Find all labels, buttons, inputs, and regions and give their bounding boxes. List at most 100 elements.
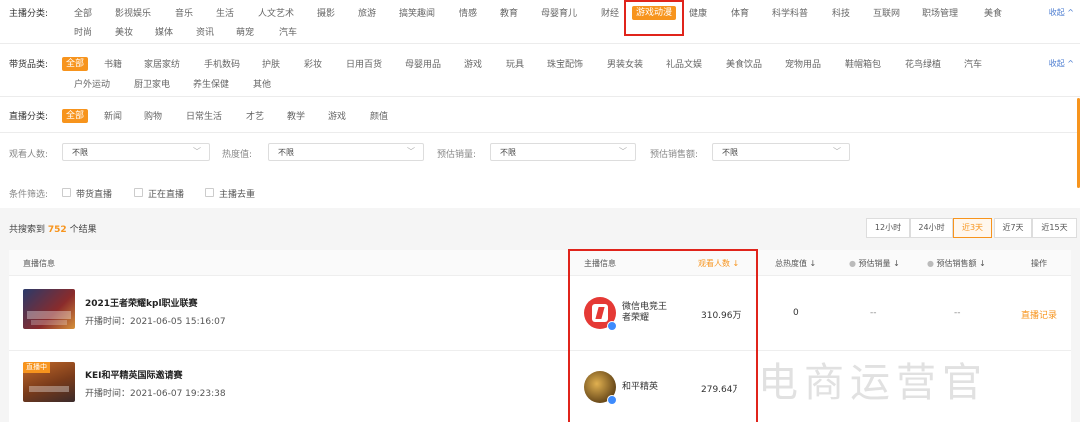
topic-option[interactable]: 全部 (74, 6, 92, 19)
goods-option[interactable]: 珠宝配饰 (547, 57, 583, 70)
goods-option[interactable]: 玩具 (506, 57, 524, 70)
live-badge: 直播中 (23, 362, 50, 373)
sales-filter-label: 预估销量: (437, 150, 477, 160)
topic-option[interactable]: 情感 (459, 6, 477, 19)
goods-option[interactable]: 男装女装 (607, 57, 643, 70)
th-live-info: 直播信息 (23, 259, 55, 268)
goods-option[interactable]: 彩妆 (304, 57, 322, 70)
checkbox-goods-live[interactable] (62, 188, 71, 197)
goods-option[interactable]: 礼品文娱 (666, 57, 702, 70)
revenue-value: -- (954, 308, 961, 318)
live-category-option[interactable]: 新闻 (104, 109, 122, 122)
topic-option[interactable]: 搞笑趣闻 (399, 6, 435, 19)
divider (0, 96, 1080, 97)
chevron-down-icon: ﹀ (193, 147, 201, 156)
goods-option[interactable]: 户外运动 (74, 77, 110, 90)
annotation-box-topic (624, 0, 684, 36)
live-title[interactable]: KEI和平精英国际邀请赛 (85, 368, 182, 381)
divider (0, 43, 1080, 44)
time-tab-3d[interactable]: 近3天 (953, 218, 992, 238)
live-record-link[interactable]: 直播记录 (1021, 308, 1057, 321)
goods-option[interactable]: 美食饮品 (726, 57, 762, 70)
goods-option[interactable]: 母婴用品 (405, 57, 441, 70)
topic-option[interactable]: 资讯 (196, 25, 214, 38)
topic-option[interactable]: 健康 (689, 6, 707, 19)
heat-filter-value: 不限 (278, 148, 294, 157)
goods-option[interactable]: 鞋帽箱包 (845, 57, 881, 70)
live-category-option[interactable]: 全部 (62, 109, 89, 123)
topic-option[interactable]: 财经 (601, 6, 619, 19)
live-category-option[interactable]: 日常生活 (186, 109, 222, 122)
time-tab-24h[interactable]: 24小时 (910, 218, 953, 238)
th-sales[interactable]: ● 预估销量 ↓ (849, 258, 900, 269)
viewers-filter-select[interactable]: 不限 ﹀ (62, 143, 210, 161)
th-revenue[interactable]: ● 预估销售额 ↓ (927, 258, 986, 269)
goods-option[interactable]: 日用百货 (346, 57, 382, 70)
topic-option[interactable]: 生活 (216, 6, 234, 19)
topic-collapse-link[interactable]: 收起 ^ (1049, 7, 1074, 18)
revenue-filter-select[interactable]: 不限 ﹀ (712, 143, 850, 161)
topic-option[interactable]: 科学科普 (772, 6, 808, 19)
live-thumbnail[interactable] (23, 289, 75, 329)
revenue-filter-label: 预估销售额: (650, 150, 699, 160)
goods-option[interactable]: 其他 (253, 77, 271, 90)
sales-filter-select[interactable]: 不限 ﹀ (490, 143, 636, 161)
goods-option[interactable]: 养生保健 (193, 77, 229, 90)
goods-option[interactable]: 游戏 (464, 57, 482, 70)
topic-option[interactable]: 旅游 (358, 6, 376, 19)
info-icon: ● (849, 259, 859, 268)
goods-option[interactable]: 花鸟绿植 (905, 57, 941, 70)
topic-option[interactable]: 母婴育儿 (541, 6, 577, 19)
chevron-down-icon: ﹀ (833, 147, 841, 156)
topic-option[interactable]: 互联网 (873, 6, 900, 19)
goods-option[interactable]: 汽车 (964, 57, 982, 70)
live-title[interactable]: 2021王者荣耀kpl职业联赛 (85, 296, 198, 309)
live-category-label: 直播分类: (9, 112, 49, 122)
goods-option[interactable]: 家居家纺 (144, 57, 180, 70)
info-icon: ● (927, 259, 937, 268)
topic-option[interactable]: 汽车 (279, 25, 297, 38)
goods-option[interactable]: 手机数码 (204, 57, 240, 70)
live-category-option[interactable]: 才艺 (246, 109, 264, 122)
result-count: 共搜索到 752 个结果 (9, 225, 97, 235)
topic-option[interactable]: 影视娱乐 (115, 6, 151, 19)
topic-option[interactable]: 人文艺术 (258, 6, 294, 19)
time-tab-15d[interactable]: 近15天 (1032, 218, 1077, 238)
topic-option[interactable]: 职场管理 (922, 6, 958, 19)
goods-option[interactable]: 书籍 (104, 57, 122, 70)
live-category-option[interactable]: 颜值 (370, 109, 388, 122)
conditions-label: 条件筛选: (9, 190, 49, 200)
live-thumbnail[interactable]: 直播中 (23, 362, 75, 402)
topic-option[interactable]: 美妆 (115, 25, 133, 38)
goods-option[interactable]: 护肤 (262, 57, 280, 70)
time-tab-12h[interactable]: 12小时 (866, 218, 910, 238)
checkbox-living[interactable] (134, 188, 143, 197)
table-header: 直播信息 主播信息 观看人数 ↓ 总热度值 ↓ ● 预估销量 ↓ ● 预估销售额… (9, 250, 1071, 276)
goods-option[interactable]: 全部 (62, 57, 89, 71)
live-category-option[interactable]: 购物 (144, 109, 162, 122)
topic-option[interactable]: 萌宠 (236, 25, 254, 38)
topic-option[interactable]: 教育 (500, 6, 518, 19)
result-count-number: 752 (47, 225, 67, 235)
chevron-down-icon: ﹀ (407, 147, 415, 156)
viewers-filter-value: 不限 (72, 148, 88, 157)
th-heat[interactable]: 总热度值 ↓ (775, 258, 816, 269)
heat-filter-select[interactable]: 不限 ﹀ (268, 143, 424, 161)
topic-option[interactable]: 音乐 (175, 6, 193, 19)
topic-option[interactable]: 科技 (832, 6, 850, 19)
topic-option[interactable]: 摄影 (317, 6, 335, 19)
time-tab-7d[interactable]: 近7天 (994, 218, 1032, 238)
checkbox-dedupe[interactable] (205, 188, 214, 197)
live-category-option[interactable]: 教学 (287, 109, 305, 122)
topic-option[interactable]: 时尚 (74, 25, 92, 38)
goods-collapse-link[interactable]: 收起 ^ (1049, 58, 1074, 69)
topic-option[interactable]: 体育 (731, 6, 749, 19)
topic-option[interactable]: 美食 (984, 6, 1002, 19)
live-category-option[interactable]: 游戏 (328, 109, 346, 122)
topic-option[interactable]: 媒体 (155, 25, 173, 38)
annotation-box-table (568, 249, 758, 422)
watermark: 电商运营官 (758, 360, 988, 406)
goods-option[interactable]: 宠物用品 (785, 57, 821, 70)
divider (0, 132, 1080, 133)
goods-option[interactable]: 厨卫家电 (134, 77, 170, 90)
